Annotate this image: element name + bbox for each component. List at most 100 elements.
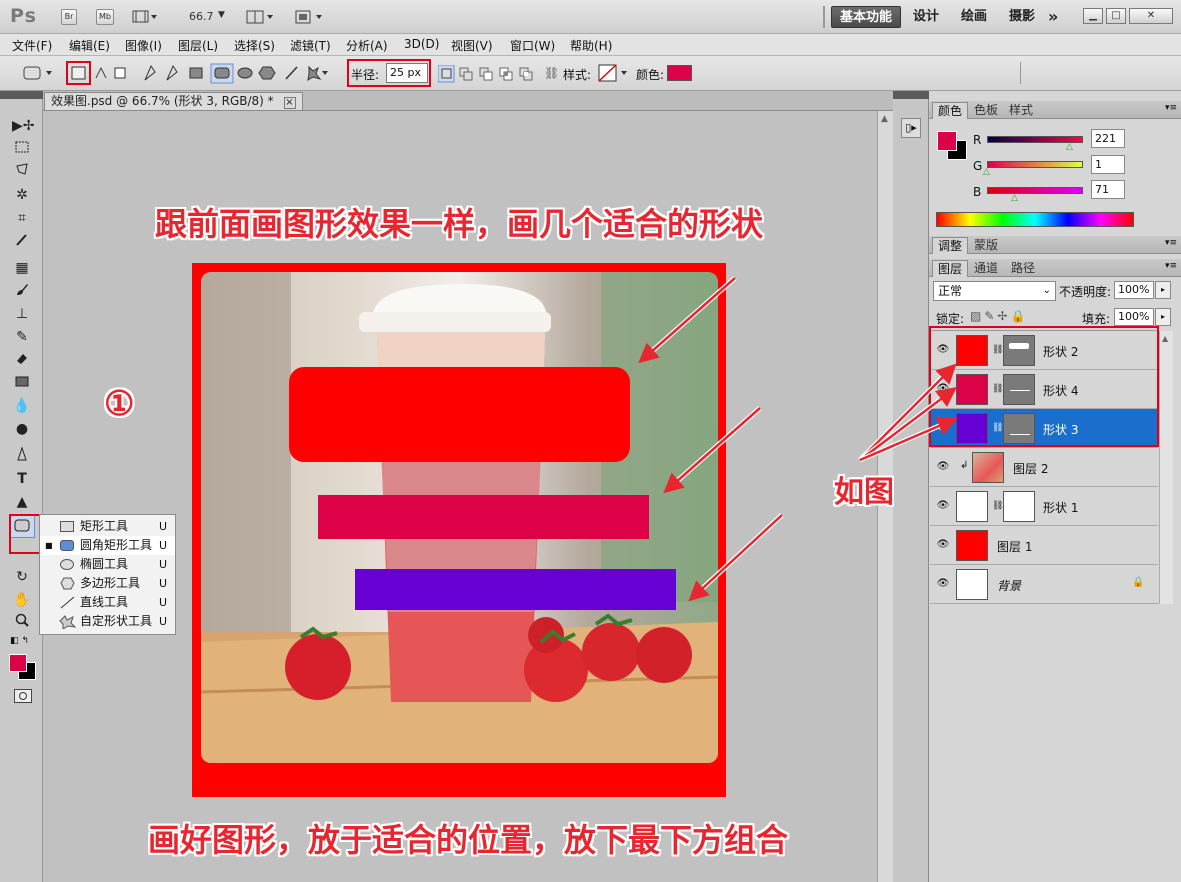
workspace-design[interactable]: 设计 bbox=[913, 6, 939, 28]
default-colors-icon[interactable]: ◧ ↰ bbox=[10, 636, 38, 646]
crop-tool-icon[interactable]: ⌗ bbox=[12, 208, 32, 228]
rounded-rectangle-tool-icon[interactable] bbox=[210, 63, 234, 84]
menu-edit[interactable]: 编辑(E) bbox=[69, 37, 110, 54]
tab-styles[interactable]: 样式 bbox=[1004, 102, 1038, 119]
visibility-eye-icon[interactable]: 👁 bbox=[936, 538, 950, 552]
close-tab-icon[interactable]: × bbox=[283, 97, 296, 109]
more-workspaces-button[interactable]: » bbox=[1048, 6, 1058, 28]
workspace-essentials[interactable]: 基本功能 bbox=[831, 6, 902, 28]
hand-tool-icon[interactable]: ✋ bbox=[12, 590, 32, 610]
intersect-shape-area-icon[interactable] bbox=[499, 67, 513, 81]
r-value-input[interactable]: 221 bbox=[1091, 129, 1125, 148]
marquee-tool-icon[interactable] bbox=[12, 139, 32, 159]
tab-channels[interactable]: 通道 bbox=[969, 260, 1003, 277]
spot-healing-tool-icon[interactable]: ▦ bbox=[12, 258, 32, 278]
move-tool-icon[interactable]: ▶✢ bbox=[12, 116, 35, 136]
view-extras-button[interactable] bbox=[132, 9, 158, 25]
fill-input[interactable]: 100% bbox=[1114, 308, 1154, 326]
workspace-photography[interactable]: 摄影 bbox=[1009, 6, 1035, 28]
flyout-ellipse-tool[interactable]: 椭圆工具 U bbox=[40, 555, 175, 574]
eraser-tool-icon[interactable] bbox=[12, 350, 32, 370]
layer-row-shape-1[interactable]: 👁 ⛓ 形状 1 bbox=[930, 487, 1158, 526]
foreground-color-swatch[interactable] bbox=[9, 654, 27, 672]
g-value-input[interactable]: 1 bbox=[1091, 155, 1125, 174]
shape-2-rounded-rect[interactable] bbox=[289, 367, 630, 462]
style-picker[interactable] bbox=[598, 63, 630, 83]
lock-icons[interactable]: ▨✎✢🔒 bbox=[970, 309, 1028, 323]
screen-mode-button[interactable] bbox=[294, 9, 326, 25]
tab-paths[interactable]: 路径 bbox=[1006, 260, 1040, 277]
zoom-tool-icon[interactable] bbox=[12, 612, 32, 632]
flyout-rectangle-tool[interactable]: 矩形工具 U bbox=[40, 517, 175, 536]
rectangle-tool-icon[interactable] bbox=[189, 67, 203, 79]
menu-view[interactable]: 视图(V) bbox=[451, 37, 493, 54]
minibridge-button[interactable]: Mb bbox=[96, 9, 114, 25]
menu-image[interactable]: 图像(I) bbox=[125, 37, 162, 54]
scroll-up-icon[interactable]: ▲ bbox=[881, 114, 888, 124]
menu-3d[interactable]: 3D(D) bbox=[404, 37, 439, 51]
blur-tool-icon[interactable]: 💧 bbox=[12, 396, 32, 416]
menu-window[interactable]: 窗口(W) bbox=[510, 37, 555, 54]
opacity-arrow-icon[interactable]: ▸ bbox=[1155, 281, 1171, 299]
radius-input[interactable]: 25 px bbox=[386, 63, 428, 83]
maximize-button[interactable]: □ bbox=[1106, 8, 1126, 24]
color-spectrum-bar[interactable] bbox=[936, 212, 1134, 227]
menu-layer[interactable]: 图层(L) bbox=[178, 37, 218, 54]
freeform-pen-icon[interactable] bbox=[166, 64, 178, 81]
shape-layers-mode-button[interactable] bbox=[66, 61, 91, 85]
layer-row-background[interactable]: 👁 背景 🔒 bbox=[930, 565, 1158, 604]
line-tool-icon[interactable] bbox=[285, 66, 298, 80]
visibility-eye-icon[interactable]: 👁 bbox=[936, 499, 950, 513]
menu-file[interactable]: 文件(F) bbox=[12, 37, 52, 54]
exclude-overlap-icon[interactable] bbox=[519, 67, 533, 81]
flyout-line-tool[interactable]: 直线工具 U bbox=[40, 593, 175, 612]
pen-tool-icon[interactable] bbox=[144, 64, 156, 81]
history-panel-icon[interactable]: ▯▸ bbox=[901, 118, 921, 138]
r-slider-handle[interactable]: △ bbox=[1066, 142, 1073, 152]
flyout-rounded-rectangle-tool[interactable]: ■ 圆角矩形工具 U bbox=[40, 536, 175, 555]
shape-4-rect[interactable] bbox=[318, 495, 649, 539]
tab-swatches[interactable]: 色板 bbox=[969, 102, 1003, 119]
blend-mode-select[interactable]: 正常 ⌄ bbox=[933, 281, 1056, 301]
shape-color-swatch[interactable] bbox=[667, 65, 692, 81]
flyout-custom-shape-tool[interactable]: 自定形状工具 U bbox=[40, 612, 175, 631]
color-fg-swatch[interactable] bbox=[937, 131, 957, 151]
quick-selection-tool-icon[interactable]: ✲ bbox=[12, 185, 32, 205]
g-slider-handle[interactable]: △ bbox=[983, 167, 990, 177]
flyout-polygon-tool[interactable]: 多边形工具 U bbox=[40, 574, 175, 593]
fill-pixels-mode-button[interactable] bbox=[113, 66, 127, 80]
gradient-tool-icon[interactable] bbox=[12, 373, 32, 393]
pen-tool-icon[interactable] bbox=[12, 446, 32, 466]
paths-mode-button[interactable] bbox=[94, 66, 108, 80]
clone-stamp-tool-icon[interactable]: ⊥ bbox=[12, 304, 32, 324]
layer-row-layer-1[interactable]: 👁 图层 1 bbox=[930, 526, 1158, 565]
type-tool-icon[interactable]: T bbox=[12, 469, 32, 489]
shape-3-rect[interactable] bbox=[355, 569, 676, 610]
3d-rotate-tool-icon[interactable]: ↻ bbox=[12, 567, 32, 587]
subtract-shape-area-icon[interactable] bbox=[479, 67, 493, 81]
lasso-tool-icon[interactable] bbox=[12, 162, 32, 182]
custom-shape-tool-icon[interactable] bbox=[307, 65, 328, 81]
dodge-tool-icon[interactable]: ● bbox=[12, 419, 32, 439]
tool-preset-picker[interactable] bbox=[22, 64, 54, 82]
link-icon[interactable]: ⛓ bbox=[544, 66, 559, 80]
close-window-button[interactable]: ✕ bbox=[1129, 8, 1173, 24]
menu-filter[interactable]: 滤镜(T) bbox=[290, 37, 331, 54]
zoom-level[interactable]: 66.7 bbox=[189, 10, 214, 23]
eyedropper-tool-icon[interactable] bbox=[12, 231, 32, 251]
scroll-up-icon[interactable]: ▲ bbox=[1162, 334, 1168, 343]
fill-arrow-icon[interactable]: ▸ bbox=[1155, 308, 1171, 326]
polygon-tool-icon[interactable] bbox=[258, 66, 276, 80]
tab-adjustments[interactable]: 调整 bbox=[932, 237, 969, 254]
minimize-button[interactable]: ▁ bbox=[1083, 8, 1103, 24]
opacity-input[interactable]: 100% bbox=[1114, 281, 1154, 299]
menu-analysis[interactable]: 分析(A) bbox=[346, 37, 388, 54]
visibility-eye-icon[interactable]: 👁 bbox=[936, 577, 950, 591]
menu-help[interactable]: 帮助(H) bbox=[570, 37, 612, 54]
tab-layers[interactable]: 图层 bbox=[932, 260, 969, 277]
panel-menu-icon[interactable]: ▾≡ bbox=[1165, 261, 1177, 271]
menu-select[interactable]: 选择(S) bbox=[234, 37, 275, 54]
brush-tool-icon[interactable] bbox=[12, 281, 32, 301]
create-new-shape-icon[interactable] bbox=[437, 64, 455, 83]
workspace-painting[interactable]: 绘画 bbox=[961, 6, 987, 28]
